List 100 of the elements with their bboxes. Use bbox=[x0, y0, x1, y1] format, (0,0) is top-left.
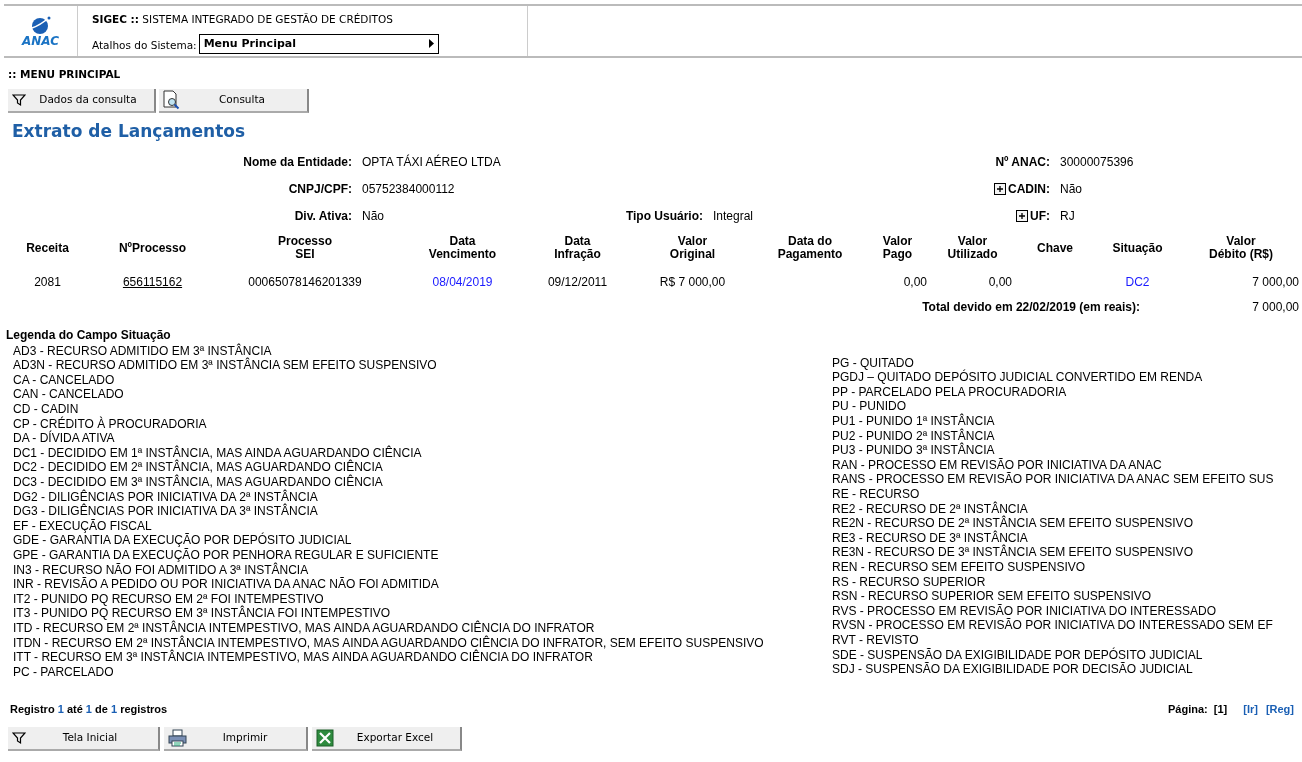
caret-icon bbox=[428, 39, 434, 49]
legend-item: IT2 - PUNIDO PQ RECURSO EM 2ª FOI INTEMPESTIVO bbox=[13, 591, 325, 606]
column-header: Situação bbox=[1111, 239, 1164, 257]
legend-item: CA - CANCELADO bbox=[13, 372, 116, 388]
document-search-icon bbox=[163, 89, 181, 110]
field-value: RJ bbox=[1060, 208, 1075, 223]
process-link[interactable]: 656115162 bbox=[122, 274, 183, 289]
table-link[interactable]: 08/04/2019 bbox=[432, 274, 493, 289]
column-header: Data do Pagamento bbox=[776, 233, 844, 264]
logo-icon bbox=[29, 15, 52, 35]
legend-title: Legenda do Campo Situação bbox=[6, 326, 172, 344]
field-value: 05752384000112 bbox=[362, 181, 455, 196]
total-label: Total devido em 22/02/2019 (em reais): bbox=[922, 299, 1140, 314]
legend-item: SDJ - SUSPENSÃO DA EXIGIBILIDADE POR DECISÃO JUDICIAL bbox=[832, 662, 1194, 677]
table-link[interactable]: DC2 bbox=[1125, 274, 1150, 289]
legend-item: DG3 - DILIGÊNCIAS POR INICIATIVA DA 3ª INSTÂNCIA bbox=[13, 504, 319, 519]
column-header: NºProcesso bbox=[117, 239, 188, 257]
field-value: Não bbox=[362, 208, 384, 223]
legend-item: SDE - SUSPENSÃO DA EXIGIBILIDADE POR DEPÓSITO JUDICIAL bbox=[832, 647, 1204, 662]
legend-item: PU1 - PUNIDO 1ª INSTÂNCIA bbox=[832, 414, 996, 428]
page-link[interactable]: [Ir] bbox=[1243, 701, 1258, 718]
legend-item: ITD - RECURSO EM 2ª INSTÂNCIA INTEMPESTIVO, MAS AINDA AGUARDANDO CIÊNCIA DO INFRATOR bbox=[13, 620, 596, 635]
legend-item: CD - CADIN bbox=[13, 402, 80, 416]
field-label: Nº ANAC: bbox=[995, 153, 1050, 171]
column-header: Valor Original bbox=[668, 233, 717, 264]
toolbar-button[interactable]: Dados da consulta bbox=[8, 88, 156, 113]
legend-item: RE2N - RECURSO DE 2ª INSTÂNCIA SEM EFEITO SUSPENSIVO bbox=[832, 516, 1194, 531]
legend-item: RVT - REVISTO bbox=[832, 632, 920, 648]
filter-icon bbox=[12, 92, 26, 107]
field-label: CNPJ/CPF: bbox=[288, 180, 352, 198]
table-cell: 09/12/2011 bbox=[547, 274, 608, 289]
shortcut-label: Atalhos do Sistema: bbox=[92, 38, 197, 53]
legend-item: PG - QUITADO bbox=[832, 355, 915, 371]
record-count: Registro 1 até 1 de 1 registros bbox=[10, 702, 168, 718]
logo-text: ANAC bbox=[21, 35, 60, 47]
legend-item: PC - PARCELADO bbox=[13, 664, 115, 680]
legend-item: CAN - CANCELADO bbox=[13, 387, 125, 402]
legend-item: RSN - RECURSO SUPERIOR SEM EFEITO SUSPENSIVO bbox=[832, 589, 1153, 604]
legend-item: GDE - GARANTIA DA EXECUÇÃO POR DEPÓSITO JUDICIAL bbox=[13, 533, 353, 548]
legend-item: ITDN - RECURSO EM 2ª INSTÂNCIA INTEMPESTIVO, MAS AINDA AGUARDANDO CIÊNCIA DO INFRATOR, SEM EFEITO SUSPENSIVO bbox=[13, 635, 765, 650]
page-label: Página: bbox=[1168, 702, 1208, 718]
legend-item: DC2 - DECIDIDO EM 2ª INSTÂNCIA, MAS AGUARDANDO CIÊNCIA bbox=[13, 460, 384, 475]
expand-icon[interactable] bbox=[1016, 209, 1028, 222]
toolbar-button[interactable]: Exportar Excel bbox=[312, 726, 462, 751]
legend-item: IT3 - PUNIDO PQ RECURSO EM 3ª INSTÂNCIA FOI INTEMPESTIVO bbox=[13, 606, 392, 621]
table-cell: 0,00 bbox=[903, 274, 927, 289]
legend-item: PP - PARCELADO PELA PROCURADORIA bbox=[832, 384, 1068, 400]
section-title: :: MENU PRINCIPAL bbox=[8, 67, 122, 82]
legend-item: AD3N - RECURSO ADMITIDO EM 3ª INSTÂNCIA SEM EFEITO SUSPENSIVO bbox=[13, 358, 438, 373]
legend-item: RVSN - PROCESSO EM REVISÃO POR INICIATIVA DO INTERESSADO SEM EF bbox=[832, 618, 1274, 633]
printer-icon bbox=[168, 728, 188, 747]
column-header: Valor Pago bbox=[881, 233, 914, 264]
column-header: Valor Débito (R$) bbox=[1208, 233, 1274, 264]
column-header: Chave bbox=[1036, 239, 1074, 257]
field-label: CADIN: bbox=[1008, 180, 1050, 198]
legend-item: AD3 - RECURSO ADMITIDO EM 3ª INSTÂNCIA bbox=[13, 343, 272, 358]
spreadsheet-icon bbox=[316, 728, 334, 747]
column-header: Data Infração bbox=[553, 233, 602, 264]
page-link[interactable]: [Reg] bbox=[1265, 701, 1294, 718]
table-cell: 2081 bbox=[34, 274, 61, 289]
field-value: 30000075396 bbox=[1060, 154, 1134, 169]
legend-item: DG2 - DILIGÊNCIAS POR INICIATIVA DA 2ª INSTÂNCIA bbox=[13, 489, 319, 504]
filter-icon bbox=[12, 730, 26, 745]
page-title: Extrato de Lançamentos bbox=[12, 119, 247, 143]
table-cell: R$ 7 000,00 bbox=[659, 274, 726, 289]
table-cell: 0,00 bbox=[988, 274, 1012, 289]
field-value: Integral bbox=[713, 208, 754, 223]
legend-item: RE - RECURSO bbox=[832, 486, 921, 502]
field-label: Div. Ativa: bbox=[294, 207, 352, 225]
legend-item: REN - RECURSO SEM EFEITO SUSPENSIVO bbox=[832, 559, 1087, 575]
field-label: UF: bbox=[1030, 207, 1050, 225]
legend-item: EF - EXECUÇÃO FISCAL bbox=[13, 518, 153, 533]
column-header: Data Vencimento bbox=[427, 233, 498, 264]
legend-item: RS - RECURSO SUPERIOR bbox=[832, 574, 987, 590]
expand-icon[interactable] bbox=[994, 182, 1006, 195]
total-value: 7 000,00 bbox=[1252, 299, 1299, 314]
legend-item: DC3 - DECIDIDO EM 3ª INSTÂNCIA, MAS AGUARDANDO CIÊNCIA bbox=[13, 474, 384, 489]
legend-item: PU3 - PUNIDO 3ª INSTÂNCIA bbox=[832, 443, 996, 458]
toolbar-button[interactable]: Consulta bbox=[159, 88, 309, 113]
column-header: Valor Utilizado bbox=[946, 233, 999, 264]
toolbar-button[interactable]: Tela Inicial bbox=[8, 726, 160, 751]
legend-item: DA - DÍVIDA ATIVA bbox=[13, 431, 116, 446]
field-value: Não bbox=[1060, 181, 1082, 196]
system-title: SIGEC :: SISTEMA INTEGRADO DE GESTÃO DE CRÉDITOS bbox=[92, 12, 394, 27]
shortcut-dropdown[interactable]: Menu Principal bbox=[198, 33, 439, 54]
legend-item: RE2 - RECURSO DE 2ª INSTÂNCIA bbox=[832, 501, 1028, 516]
column-header: Receita bbox=[25, 239, 70, 257]
field-value: OPTA TÁXI AÉREO LTDA bbox=[362, 154, 501, 169]
field-label: Nome da Entidade: bbox=[243, 153, 352, 171]
field-label: Tipo Usuário: bbox=[625, 207, 703, 225]
legend-item: RVS - PROCESSO EM REVISÃO POR INICIATIVA DO INTERESSADO bbox=[832, 603, 1218, 618]
legend-item: PU2 - PUNIDO 2ª INSTÂNCIA bbox=[832, 428, 996, 443]
legend-item: DC1 - DECIDIDO EM 1ª INSTÂNCIA, MAS AINDA AGUARDANDO CIÊNCIA bbox=[13, 445, 423, 460]
legend-item: CP - CRÉDITO À PROCURADORIA bbox=[13, 416, 208, 431]
column-header: Processo SEI bbox=[277, 233, 333, 264]
legend-item: ITT - RECURSO EM 3ª INSTÂNCIA INTEMPESTIVO, MAS AINDA AGUARDANDO CIÊNCIA DO INFRATOR bbox=[13, 650, 594, 665]
legend-item: GPE - GARANTIA DA EXECUÇÃO POR PENHORA REGULAR E SUFICIENTE bbox=[13, 547, 440, 562]
toolbar-button[interactable]: Imprimir bbox=[164, 726, 308, 751]
legend-item: RAN - PROCESSO EM REVISÃO POR INICIATIVA DA ANAC bbox=[832, 457, 1163, 472]
table-cell: 7 000,00 bbox=[1252, 274, 1299, 289]
